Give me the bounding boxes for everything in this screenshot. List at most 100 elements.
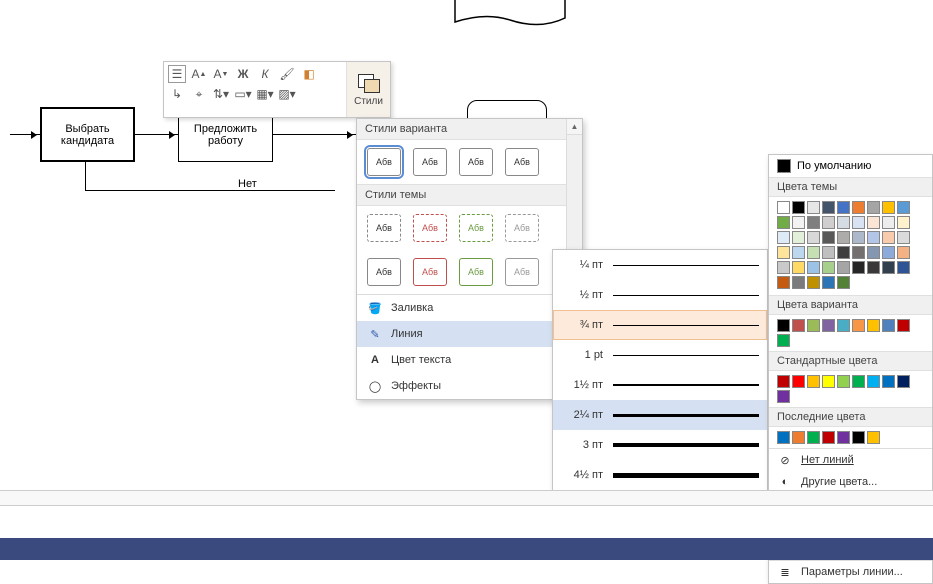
group-icon[interactable]: ▭▾ [234, 85, 252, 103]
color-swatch[interactable] [852, 431, 865, 444]
color-swatch[interactable] [837, 276, 850, 289]
color-swatch[interactable] [852, 216, 865, 229]
color-swatch[interactable] [777, 231, 790, 244]
color-swatch[interactable] [867, 216, 880, 229]
thickness-option[interactable]: ¾ пт [553, 310, 767, 340]
color-swatch[interactable] [807, 216, 820, 229]
color-swatch[interactable] [867, 201, 880, 214]
color-swatch[interactable] [807, 201, 820, 214]
color-swatch[interactable] [852, 261, 865, 274]
thickness-option[interactable]: 3 пт [553, 430, 767, 460]
color-swatch[interactable] [792, 276, 805, 289]
color-swatch[interactable] [867, 375, 880, 388]
color-swatch[interactable] [777, 216, 790, 229]
textbox-icon[interactable]: ☰ [168, 65, 186, 83]
bring-front-icon[interactable]: ▦▾ [256, 85, 274, 103]
color-swatch[interactable] [777, 319, 790, 332]
color-swatch[interactable] [777, 246, 790, 259]
color-swatch[interactable] [822, 231, 835, 244]
connector-tool-icon[interactable]: ↳ [168, 85, 186, 103]
color-swatch[interactable] [897, 375, 910, 388]
color-swatch[interactable] [837, 201, 850, 214]
default-color-row[interactable]: По умолчанию [769, 155, 932, 177]
color-swatch[interactable] [897, 246, 910, 259]
color-swatch[interactable] [882, 261, 895, 274]
format-painter-icon[interactable]: 🖌 [278, 65, 296, 83]
color-swatch[interactable] [822, 276, 835, 289]
increase-font-icon[interactable]: A▲ [190, 65, 208, 83]
color-swatch[interactable] [837, 431, 850, 444]
color-swatch[interactable] [792, 375, 805, 388]
color-swatch[interactable] [807, 319, 820, 332]
color-swatch[interactable] [882, 201, 895, 214]
color-swatch[interactable] [897, 319, 910, 332]
color-swatch[interactable] [792, 431, 805, 444]
color-swatch[interactable] [822, 431, 835, 444]
color-swatch[interactable] [852, 201, 865, 214]
color-swatch[interactable] [807, 375, 820, 388]
effects-menu-item[interactable]: ◯Эффекты [357, 373, 582, 399]
color-swatch[interactable] [867, 431, 880, 444]
color-swatch[interactable] [792, 216, 805, 229]
styles-dropdown-button[interactable]: Стили [346, 62, 390, 117]
color-swatch[interactable] [807, 261, 820, 274]
color-swatch[interactable] [882, 319, 895, 332]
color-swatch[interactable] [867, 231, 880, 244]
color-swatch[interactable] [792, 319, 805, 332]
thickness-option[interactable]: ½ пт [553, 280, 767, 310]
thickness-option[interactable]: 1½ пт [553, 370, 767, 400]
style-swatch[interactable]: Абв [367, 258, 401, 286]
style-swatch[interactable]: Абв [459, 214, 493, 242]
color-swatch[interactable] [882, 231, 895, 244]
thickness-option[interactable]: ¼ пт [553, 250, 767, 280]
send-back-icon[interactable]: ▨▾ [278, 85, 296, 103]
color-swatch[interactable] [822, 201, 835, 214]
color-swatch[interactable] [867, 261, 880, 274]
thickness-option[interactable]: 2¼ пт [553, 400, 767, 430]
fill-menu-item[interactable]: 🪣Заливка [357, 295, 582, 321]
flowchart-process-1[interactable]: Выбрать кандидата [40, 107, 135, 162]
color-swatch[interactable] [897, 201, 910, 214]
style-swatch[interactable]: Абв [505, 148, 539, 176]
color-swatch[interactable] [852, 375, 865, 388]
fill-color-icon[interactable]: ◧ [300, 65, 318, 83]
no-lines-menu-item[interactable]: ⊘Нет линий [769, 449, 932, 471]
color-swatch[interactable] [777, 334, 790, 347]
color-swatch[interactable] [807, 431, 820, 444]
style-swatch[interactable]: Абв [459, 258, 493, 286]
color-swatch[interactable] [807, 231, 820, 244]
style-swatch[interactable]: Абв [367, 214, 401, 242]
color-swatch[interactable] [777, 201, 790, 214]
style-swatch[interactable]: Абв [505, 258, 539, 286]
color-swatch[interactable] [807, 246, 820, 259]
color-swatch[interactable] [777, 375, 790, 388]
color-swatch[interactable] [852, 231, 865, 244]
color-swatch[interactable] [822, 216, 835, 229]
thickness-option[interactable]: 1 pt [553, 340, 767, 370]
color-swatch[interactable] [837, 375, 850, 388]
text-color-menu-item[interactable]: АЦвет текста [357, 347, 582, 373]
style-swatch[interactable]: Абв [367, 148, 401, 176]
align-icon[interactable]: ⇅▾ [212, 85, 230, 103]
style-swatch[interactable]: Абв [505, 214, 539, 242]
color-swatch[interactable] [792, 201, 805, 214]
color-swatch[interactable] [837, 319, 850, 332]
color-swatch[interactable] [867, 246, 880, 259]
scroll-up-icon[interactable]: ▲ [567, 119, 582, 135]
color-swatch[interactable] [837, 216, 850, 229]
style-swatch[interactable]: Абв [413, 258, 447, 286]
color-swatch[interactable] [852, 319, 865, 332]
color-swatch[interactable] [837, 261, 850, 274]
color-swatch[interactable] [822, 319, 835, 332]
color-swatch[interactable] [807, 276, 820, 289]
color-swatch[interactable] [897, 216, 910, 229]
pointer-tool-icon[interactable]: ⌖ [190, 85, 208, 103]
style-swatch[interactable]: Абв [413, 214, 447, 242]
thickness-option[interactable]: 4½ пт [553, 460, 767, 490]
color-swatch[interactable] [882, 216, 895, 229]
color-swatch[interactable] [882, 246, 895, 259]
color-swatch[interactable] [777, 276, 790, 289]
color-swatch[interactable] [837, 246, 850, 259]
color-swatch[interactable] [777, 431, 790, 444]
color-swatch[interactable] [822, 261, 835, 274]
